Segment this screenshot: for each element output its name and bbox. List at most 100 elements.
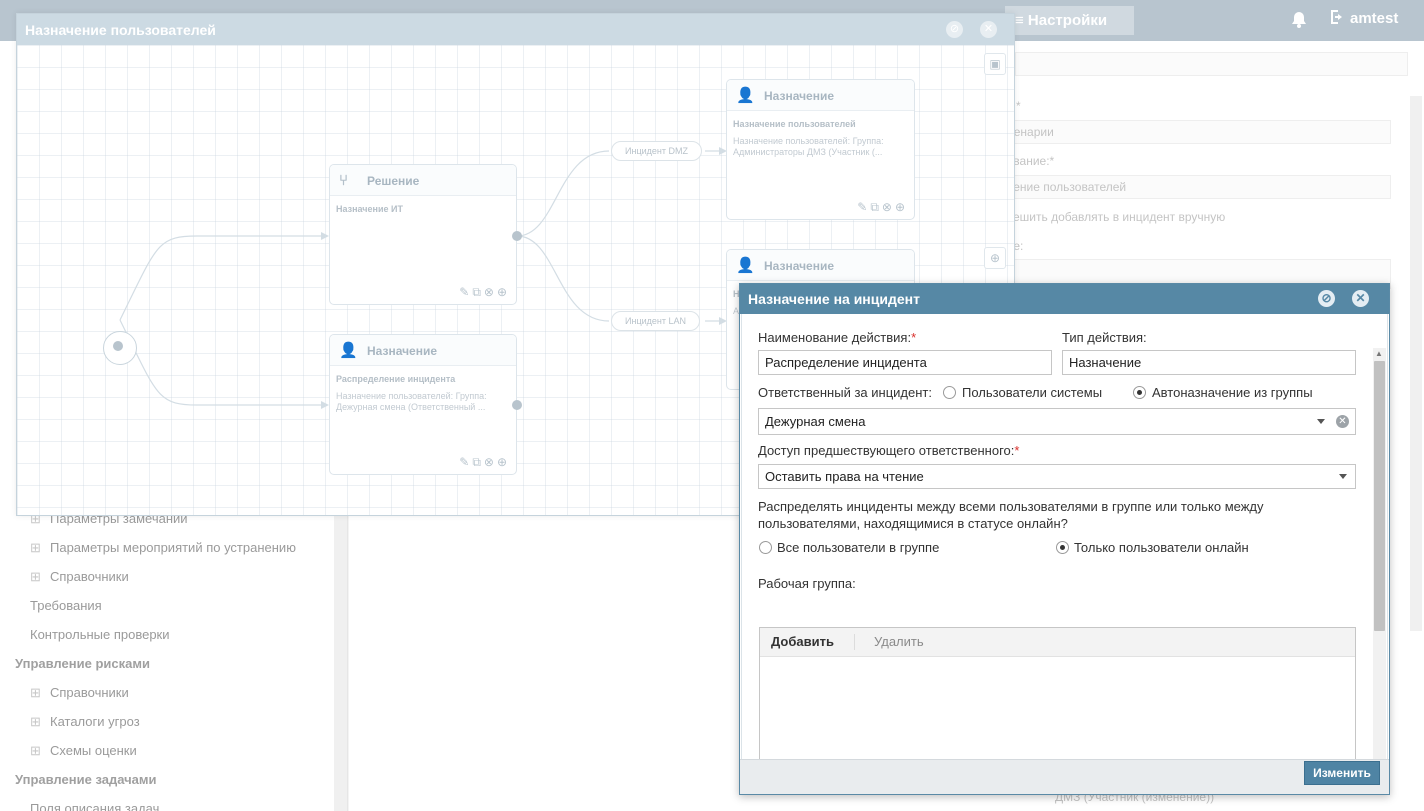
responsible-group-radio[interactable] [1133,386,1146,399]
user-menu[interactable]: amtest [1329,9,1398,27]
scenario-window-title: Назначение пользователей [17,14,1014,45]
decision-node[interactable]: ⑂ Решение Назначение ИТ ✎⧉⊗⊕ [329,164,517,305]
sidebar-section-header[interactable]: Управление задачами [15,772,157,787]
sidebar-item[interactable]: ⊞ Справочники [30,569,129,585]
start-node-dot [113,341,123,351]
assign-out-port[interactable] [512,400,522,410]
assign-dialog-title: Назначение на инцидент [740,284,1389,314]
minimize-icon[interactable]: ⊘ [946,21,963,38]
background-scrollbar[interactable] [1410,96,1422,631]
minimize-icon[interactable]: ⊘ [1318,290,1335,307]
assign-distribution-node[interactable]: 👤 Назначение Распределение инцидента Назн… [329,334,517,475]
expand-icon[interactable]: ⊞ [30,569,41,585]
workgroup-grid[interactable]: Добавить Удалить [759,627,1356,776]
sidebar-item[interactable]: Требования [30,598,102,613]
sidebar-item-label: Поля описания задач [30,801,160,811]
sidebar-item-label: Справочники [50,685,129,700]
add-button[interactable]: Добавить [771,634,834,649]
responsible-users-label[interactable]: Пользователи системы [962,385,1102,400]
sidebar-item[interactable]: ⊞ Схемы оценки [30,743,137,759]
sidebar-item-label: Контрольные проверки [30,627,170,642]
sidebar-item-label: Параметры мероприятий по устранению [50,540,296,555]
node-subtitle: Назначение пользователей [733,119,856,129]
node-subtitle: Распределение инцидента [336,374,456,384]
close-icon[interactable]: ✕ [980,21,997,38]
scroll-up-icon[interactable]: ▲ [1375,349,1383,358]
bg-scenario-select[interactable]: ценарии [1000,120,1391,144]
assign-dialog-footer [740,759,1389,794]
logout-icon [1329,9,1346,25]
assign-dialog: Назначение на инцидент ⊘ ✕ Наименование … [739,283,1390,795]
workgroup-label: Рабочая группа: [758,576,856,591]
sidebar-item-label: Справочники [50,569,129,584]
expand-icon[interactable]: ⊞ [30,743,41,759]
distribute-online-radio[interactable] [1056,541,1069,554]
change-button[interactable]: Изменить [1304,761,1380,785]
node-tools[interactable]: ✎⧉⊗⊕ [459,285,510,300]
node-tools[interactable]: ✎⧉⊗⊕ [857,200,908,215]
zoom-in-icon[interactable]: ⊕ [984,247,1006,269]
distribute-all-radio[interactable] [759,541,772,554]
fork-icon: ⑂ [339,172,349,189]
decision-out-port[interactable] [512,231,522,241]
responsible-group-label[interactable]: Автоназначение из группы [1152,385,1313,400]
chevron-down-icon[interactable] [1317,419,1325,424]
bg-name-input[interactable]: чение пользователей [1000,175,1391,199]
bg-label-3: ешить добавлять в инцидент вручную [1013,210,1226,224]
action-type-input[interactable]: Назначение [1062,350,1356,375]
bg-search-input[interactable] [1015,52,1408,76]
user-icon: 👤 [736,257,755,274]
assign-admins-node[interactable]: 👤 Назначение Назначение пользователей Наз… [726,79,915,220]
sidebar-item-label: Требования [30,598,102,613]
sidebar-item-label: Управление задачами [15,772,157,787]
expand-icon[interactable]: ⊞ [30,714,41,730]
distribute-all-label[interactable]: Все пользователи в группе [777,540,939,555]
node-title: Назначение [764,259,835,273]
distribute-online-label[interactable]: Только пользователи онлайн [1074,540,1249,555]
sidebar-item-label: Каталоги угроз [50,714,140,729]
sidebar-item[interactable]: Контрольные проверки [30,627,170,642]
node-title: Назначение [764,89,835,103]
settings-menu-button[interactable]: ≡ Настройки [1005,6,1134,35]
sidebar-item-label: Управление рисками [15,656,150,671]
user-icon: 👤 [339,342,358,359]
sidebar-item[interactable]: ⊞ Параметры мероприятий по устранению [30,540,296,556]
responsible-users-radio[interactable] [943,386,956,399]
user-icon: 👤 [736,87,755,104]
prev-access-select[interactable]: Оставить права на чтение [758,464,1356,489]
edge-label-dmz[interactable]: Инцидент DMZ [611,141,702,161]
expand-icon[interactable]: ⊞ [30,540,41,556]
node-title: Решение [367,174,420,188]
expand-icon[interactable]: ⊞ [30,685,41,701]
action-type-label: Тип действия: [1062,330,1147,345]
workgroup-toolbar: Добавить Удалить [760,628,1355,657]
bell-icon[interactable] [1291,11,1307,29]
node-subtitle: Назначение ИТ [336,204,403,214]
distribute-question: Распределять инциденты между всеми польз… [758,499,1264,531]
group-select[interactable]: Дежурная смена [758,408,1356,435]
user-name: amtest [1350,10,1399,27]
dialog-scroll-thumb[interactable] [1374,361,1385,631]
sidebar-item[interactable]: ⊞ Справочники [30,685,129,701]
clear-icon[interactable]: ✕ [1336,415,1349,428]
sidebar-item[interactable]: Поля описания задач [30,801,159,811]
sidebar-section-header[interactable]: Управление рисками [15,656,150,671]
responsible-label: Ответственный за инцидент: [758,385,932,400]
node-description: Назначение пользователей: Группа: Дежурн… [336,391,487,412]
action-name-input[interactable]: Распределение инцидента [758,350,1052,375]
edge-label-lan[interactable]: Инцидент LAN [611,311,700,331]
sidebar-item-label: Схемы оценки [50,743,137,758]
toolbar-divider [854,634,855,650]
delete-button[interactable]: Удалить [874,634,924,649]
node-description: Назначение пользователей: Группа: Админи… [733,136,884,157]
chevron-down-icon[interactable] [1339,474,1347,479]
action-name-label: Наименование действия:* [758,330,917,345]
node-tools[interactable]: ✎⧉⊗⊕ [459,455,510,470]
close-icon[interactable]: ✕ [1352,290,1369,307]
prev-access-label: Доступ предшествующего ответственного:* [758,443,1020,458]
sidebar-item[interactable]: ⊞ Каталоги угроз [30,714,140,730]
bg-label-1: * [1016,99,1021,113]
node-title: Назначение [367,344,438,358]
assign-dialog-body: Наименование действия:* Распределение ин… [741,314,1388,780]
save-icon[interactable]: ▣ [984,53,1006,75]
